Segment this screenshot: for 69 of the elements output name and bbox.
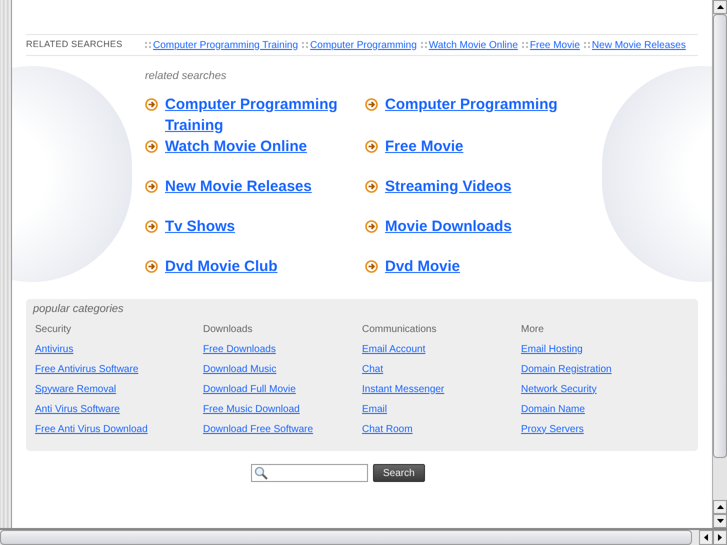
search-link[interactable]: Watch Movie Online <box>165 136 355 156</box>
search-icon <box>254 466 268 480</box>
arrow-circle-icon <box>145 140 158 152</box>
related-link[interactable]: New Movie Releases <box>592 38 686 52</box>
search-button[interactable]: Search <box>373 464 425 482</box>
arrow-circle-icon <box>365 140 378 152</box>
scroll-left-icon[interactable] <box>699 530 713 545</box>
dot-separator-icon <box>522 42 528 48</box>
search-link[interactable]: Computer Programming <box>385 94 575 114</box>
category-link[interactable]: Anti Virus Software <box>35 402 120 422</box>
search-link[interactable]: Dvd Movie <box>385 256 575 276</box>
category-title: Downloads <box>203 322 252 336</box>
category-link[interactable]: Free Antivirus Software <box>35 362 138 382</box>
category-link[interactable]: Download Music <box>203 362 276 382</box>
category-link[interactable]: Email <box>362 402 388 422</box>
related-link[interactable]: Computer Programming Training <box>153 38 298 52</box>
arrow-circle-icon <box>145 220 158 232</box>
category-link[interactable]: Free Downloads <box>203 342 276 362</box>
arrow-circle-icon <box>365 98 378 110</box>
scroll-up-icon[interactable] <box>713 0 727 14</box>
scroll-up-icon[interactable] <box>713 500 727 514</box>
dot-separator-icon <box>420 42 427 48</box>
arrow-circle-icon <box>365 260 378 272</box>
search-link[interactable]: Movie Downloads <box>385 216 575 236</box>
scroll-down-icon[interactable] <box>713 514 727 528</box>
section-heading: related searches <box>145 69 228 84</box>
vertical-scrollbar[interactable] <box>712 0 727 528</box>
category-link[interactable]: Free Anti Virus Download <box>35 422 148 442</box>
category-link[interactable]: Download Full Movie <box>203 382 296 402</box>
section-heading: popular categories <box>32 302 125 317</box>
category-link[interactable]: Instant Messenger <box>362 382 444 402</box>
category-link[interactable]: Domain Registration <box>521 362 612 382</box>
arrow-circle-icon <box>145 98 158 110</box>
related-link[interactable]: Computer Programming <box>310 38 417 52</box>
scrollbar-thumb[interactable] <box>0 530 692 545</box>
dot-separator-icon <box>584 42 590 48</box>
search-field[interactable] <box>251 464 368 482</box>
search-link[interactable]: New Movie Releases <box>165 176 355 196</box>
category-link[interactable]: Antivirus <box>35 342 74 362</box>
horizontal-scrollbar[interactable] <box>0 528 727 545</box>
arrow-circle-icon <box>145 260 158 272</box>
category-title: Communications <box>362 322 436 336</box>
arrow-circle-icon <box>365 220 378 232</box>
category-title: More <box>521 322 544 336</box>
arrow-circle-icon <box>365 180 378 192</box>
search-link[interactable]: Computer Programming Training <box>165 94 355 136</box>
category-link[interactable]: Email Hosting <box>521 342 583 362</box>
search-link[interactable]: Tv Shows <box>165 216 355 236</box>
category-link[interactable]: Network Security <box>521 382 597 402</box>
category-link[interactable]: Spyware Removal <box>35 382 116 402</box>
dot-separator-icon <box>302 42 308 48</box>
scroll-right-icon[interactable] <box>713 530 727 545</box>
dot-separator-icon <box>145 42 151 48</box>
arrow-circle-icon <box>145 180 158 192</box>
search-link[interactable]: Dvd Movie Club <box>165 256 355 276</box>
search-link[interactable]: Streaming Videos <box>385 176 575 196</box>
category-title: Security <box>35 322 72 336</box>
bar-label: RELATED SEARCHES <box>26 38 124 52</box>
related-link[interactable]: Watch Movie Online <box>428 38 518 52</box>
category-link[interactable]: Download Free Software <box>203 422 314 442</box>
search-link[interactable]: Free Movie <box>385 136 575 156</box>
scrollbar-thumb[interactable] <box>713 14 727 458</box>
category-link[interactable]: Free Music Download <box>203 402 300 422</box>
category-link[interactable]: Chat Room <box>362 422 413 442</box>
category-link[interactable]: Chat <box>362 362 384 382</box>
category-link[interactable]: Email Account <box>362 342 426 362</box>
related-link[interactable]: Free Movie <box>530 38 580 52</box>
category-link[interactable]: Domain Name <box>521 402 585 422</box>
category-link[interactable]: Proxy Servers <box>521 422 584 442</box>
